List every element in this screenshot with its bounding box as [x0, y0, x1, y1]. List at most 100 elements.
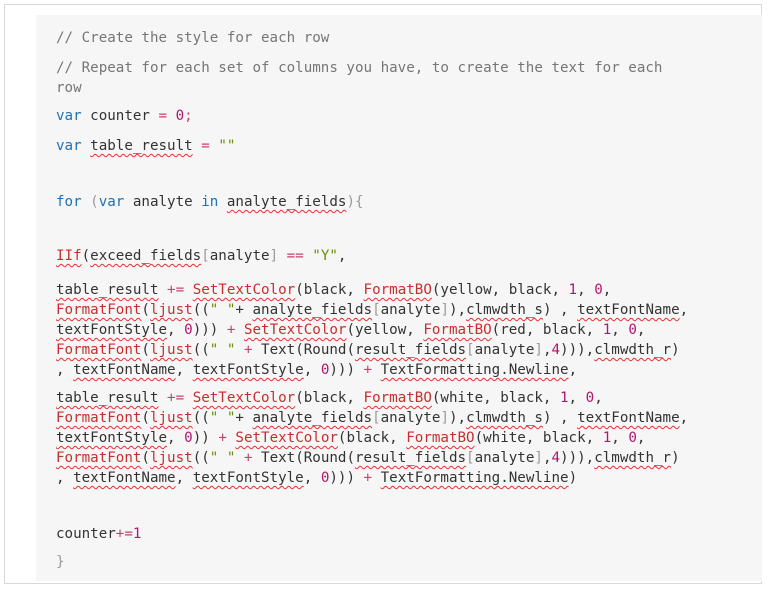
code-token: ,	[611, 430, 629, 446]
code-line: FormatFont(ljust((" "+ analyte_fields[an…	[56, 300, 688, 320]
code-token: ,	[56, 362, 74, 378]
code-token: (yellow,	[346, 322, 424, 338]
code-token: 0	[175, 108, 185, 124]
code-token: Text(Round(	[252, 450, 355, 466]
code-token: ==	[286, 248, 304, 264]
code-token: ,	[611, 322, 629, 338]
code-line: FormatFont(ljust((" " + Text(Round(resul…	[56, 448, 680, 468]
code-token: analyte	[209, 248, 270, 264]
code-token: ""	[218, 138, 236, 154]
code-token: 0	[594, 282, 603, 298]
code-token: ,	[175, 470, 193, 486]
code-token: +	[218, 430, 227, 446]
code-line: , textFontName, textFontStyle, 0))) + Te…	[56, 360, 577, 380]
code-token: =	[158, 108, 168, 124]
code-token: FormatFont	[56, 302, 142, 318]
code-token: ljust	[149, 450, 193, 466]
code-token: (yellow, black,	[431, 282, 569, 298]
code-token: ,	[577, 282, 595, 298]
code-token: table_result	[90, 138, 193, 154]
code-token: FormatBO	[406, 430, 475, 446]
code-token: row	[56, 80, 82, 96]
screenshot-frame: // Create the style for each row // Repe…	[4, 4, 762, 584]
code-token: textFontName	[73, 470, 176, 486]
code-token: in	[201, 194, 219, 210]
code-token: ))),	[560, 450, 595, 466]
code-token: // Repeat for each set of columns you ha…	[56, 60, 663, 76]
code-token: +	[243, 450, 253, 466]
code-token: ,	[594, 390, 603, 406]
code-token: +	[235, 410, 253, 426]
code-token: textFontStyle	[192, 362, 304, 378]
code-token: +	[235, 302, 253, 318]
code-token: ,	[167, 430, 185, 446]
code-token: " "	[209, 410, 236, 426]
code-token: ),	[448, 302, 467, 318]
code-line: textFontStyle, 0)) + SetTextColor(black,…	[56, 428, 645, 448]
code-token: 0	[184, 430, 193, 446]
code-token: [	[466, 342, 475, 358]
code-token: ]	[440, 302, 449, 318]
code-token: [	[201, 248, 210, 264]
code-token: +=	[115, 526, 133, 542]
code-token: " "	[209, 450, 236, 466]
code-token: (white, black,	[474, 430, 603, 446]
code-token: ,	[56, 470, 74, 486]
code-token: ]	[534, 342, 543, 358]
code-token: analyte_fields	[252, 410, 373, 426]
code-token: ),	[448, 410, 467, 426]
code-token: 0	[628, 322, 637, 338]
code-token: Text(Round(	[252, 342, 355, 358]
code-token: analyte_fields	[226, 194, 347, 210]
code-token: clmwdth_r	[594, 450, 672, 466]
code-token: (	[141, 342, 150, 358]
code-token: FormatBO	[423, 322, 492, 338]
code-token: " "	[209, 302, 236, 318]
code-token: )))	[192, 322, 227, 338]
code-token: 1	[132, 526, 142, 542]
code-token: ,	[679, 302, 689, 318]
code-token: [	[372, 410, 381, 426]
code-token: +=	[167, 282, 185, 298]
code-token: TextFormatting.Newline	[380, 470, 569, 486]
code-token: ]	[534, 450, 543, 466]
code-token: 1	[568, 282, 578, 298]
code-token: result_fields	[355, 450, 467, 466]
code-line: FormatFont(ljust((" " + Text(Round(resul…	[56, 340, 680, 360]
code-token: 1	[560, 390, 569, 406]
code-token: )))	[329, 470, 364, 486]
code-token: ((	[192, 410, 210, 426]
code-token: // Create the style for each row	[56, 30, 330, 46]
code-line: table_result += SetTextColor(black, Form…	[56, 388, 603, 408]
code-line: row	[56, 78, 82, 98]
code-line: for (var analyte in analyte_fields){	[56, 192, 364, 212]
code-token: textFontName	[577, 302, 680, 318]
code-token: )	[671, 450, 680, 466]
code-token: analyte_fields	[252, 302, 373, 318]
code-token: counter	[56, 526, 116, 542]
code-token: ) ,	[542, 410, 578, 426]
code-token: TextFormatting.Newline	[380, 362, 569, 378]
code-token: FormatBO	[363, 390, 432, 406]
code-token: [	[372, 302, 381, 318]
code-token: (	[141, 450, 150, 466]
code-token: SetTextColor	[243, 322, 347, 338]
code-token: var	[56, 108, 82, 124]
code-token: ,	[175, 362, 193, 378]
code-token: clmwdth_s	[466, 410, 543, 426]
code-line: FormatFont(ljust((" "+ analyte_fields[an…	[56, 408, 688, 428]
code-token: 1	[602, 322, 612, 338]
code-token: ) ,	[542, 302, 578, 318]
code-token: }	[56, 554, 65, 570]
code-token: ljust	[149, 302, 193, 318]
code-token: =	[201, 138, 210, 154]
code-token: FormatBO	[363, 282, 432, 298]
